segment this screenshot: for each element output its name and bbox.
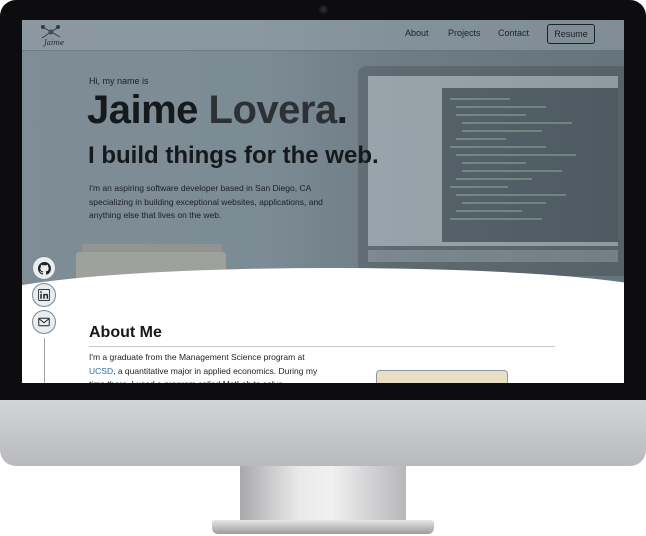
about-text-part: , a quantitative major in applied econom…	[89, 365, 318, 384]
about-text-part: I'm a graduate from the Management Scien…	[89, 352, 305, 362]
nav-link-contact[interactable]: Contact	[498, 28, 529, 38]
monitor-stand	[240, 466, 406, 524]
hero-intro: I'm an aspiring software developer based…	[89, 183, 323, 220]
hero-name-dot: .	[336, 88, 348, 132]
ucsd-link[interactable]: UCSD	[89, 366, 113, 376]
linkedin-link[interactable]	[32, 283, 56, 307]
camera-icon	[319, 5, 328, 14]
monitor-chin	[0, 400, 646, 466]
website-screen: Jaime About Projects Contact Resume Hi, …	[22, 20, 624, 383]
monitor-foot	[212, 520, 434, 534]
about-title: About Me	[89, 324, 162, 341]
hero-greeting: Hi, my name is	[89, 76, 149, 86]
github-link[interactable]	[32, 256, 56, 280]
about-divider	[89, 346, 555, 347]
social-divider-line	[44, 338, 45, 383]
about-text: I'm a graduate from the Management Scien…	[89, 351, 329, 383]
logo[interactable]: Jaime	[38, 23, 64, 47]
hero-tagline: I build things for the web.	[88, 142, 379, 169]
linkedin-icon	[38, 289, 50, 301]
nav-link-about[interactable]: About	[405, 28, 429, 38]
github-icon	[37, 261, 51, 275]
logo-icon: Jaime	[40, 25, 64, 47]
mail-icon	[38, 317, 50, 327]
hero-last-name: Lovera	[208, 88, 338, 132]
hero-first-name: Jaime	[87, 88, 198, 132]
resume-button[interactable]: Resume	[547, 24, 595, 44]
hero-name: Jaime Lovera.	[87, 88, 348, 133]
email-link[interactable]	[32, 310, 56, 334]
svg-text:Jaime: Jaime	[42, 39, 64, 47]
nav-link-projects[interactable]: Projects	[448, 28, 481, 38]
about-image	[376, 370, 508, 383]
navbar: Jaime About Projects Contact Resume	[22, 20, 624, 51]
